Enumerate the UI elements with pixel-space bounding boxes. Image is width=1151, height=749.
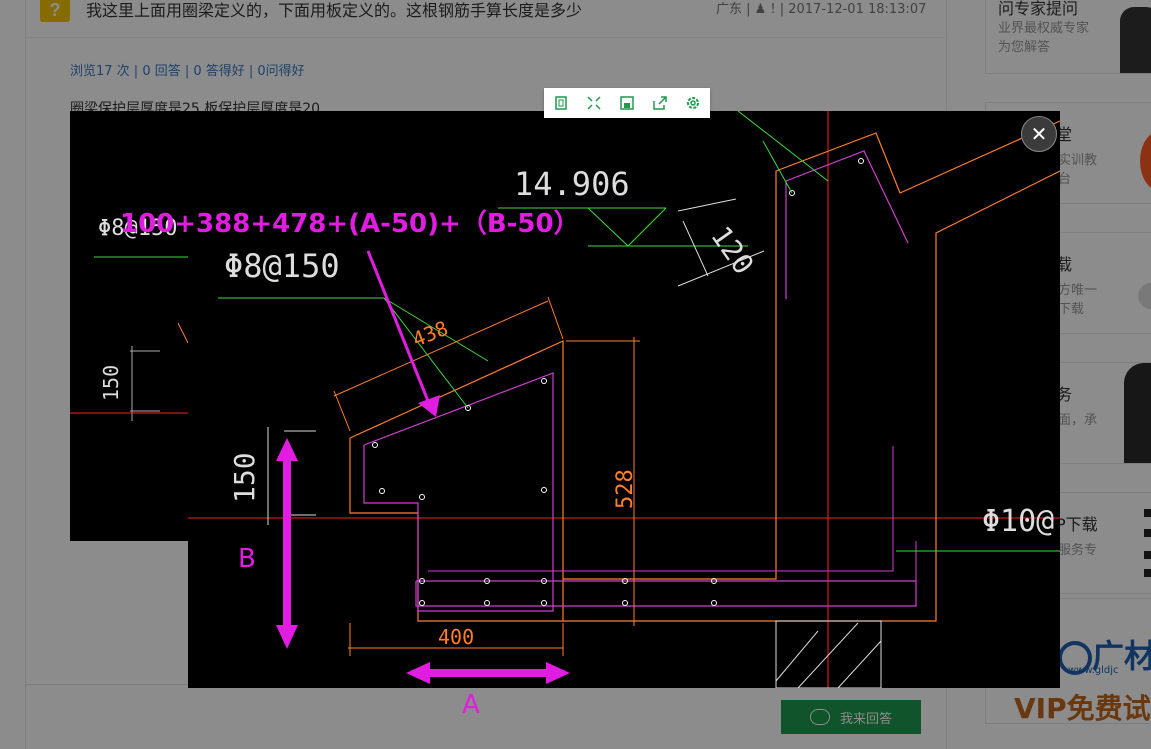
label-a: A: [462, 690, 480, 720]
label-b: B: [238, 544, 256, 574]
save-icon[interactable]: [618, 94, 636, 112]
cad-drawing: 14.906 120 Φ8@150 Φ10@ 438 528 400 150: [188, 111, 1060, 688]
close-viewer-button[interactable]: ✕: [1021, 116, 1057, 152]
dimension-150: 150: [228, 452, 261, 503]
fit-icon[interactable]: [552, 94, 570, 112]
dimension-400: 400: [438, 625, 474, 649]
small-dimension: 150: [99, 365, 123, 401]
share-icon[interactable]: [651, 94, 669, 112]
dimension-528: 528: [613, 469, 638, 509]
elevation-label: 14.906: [514, 165, 630, 203]
rebar-label-right: Φ10@: [982, 504, 1054, 539]
close-icon: ✕: [1030, 122, 1048, 146]
formula-annotation: 100+388+478+(A-50)+（B-50）: [120, 209, 580, 239]
image-viewer[interactable]: 14.906 120 Φ8@150 Φ10@ 438 528 400 150: [188, 111, 1060, 688]
viewer-toolbar: [544, 88, 710, 118]
rebar-label-left: Φ8@150: [224, 247, 340, 285]
cad-thumbnail: Φ8@150 150: [70, 111, 188, 541]
fullscreen-icon[interactable]: [585, 94, 603, 112]
settings-icon[interactable]: [684, 94, 702, 112]
